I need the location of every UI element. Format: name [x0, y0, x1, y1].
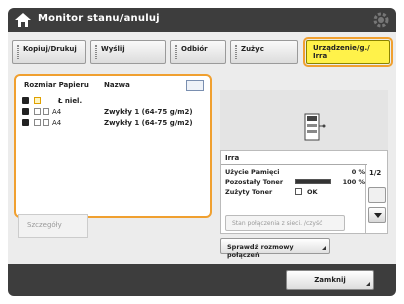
toner-level-bar — [295, 179, 331, 184]
title-bar: Monitor stanu/anuluj — [8, 8, 396, 32]
printer-icon — [304, 113, 326, 141]
paper-list-panel: Rozmiar Papieru Nazwa Ł niel. A4 Zwykły … — [14, 74, 212, 218]
corner-arrow-icon — [366, 282, 370, 286]
page-up-button[interactable] — [368, 187, 386, 203]
device-image-area — [220, 90, 388, 150]
tab-label: Kopiuj/Drukuj — [23, 45, 77, 53]
memory-usage-row: Użycie Pamięci 0 % — [225, 168, 367, 176]
device-name: Irra — [225, 154, 240, 162]
tab-label: Odbiór — [181, 45, 208, 53]
tab-send[interactable]: Wyślij — [90, 40, 166, 64]
page-title: Monitor stanu/anuluj — [38, 13, 160, 24]
home-icon[interactable] — [14, 12, 32, 28]
drawer-icon — [34, 108, 41, 115]
paper-size: A4 — [52, 108, 62, 116]
device-status-panel: Irra Użycie Pamięci 0 % Pozostały Toner … — [220, 150, 388, 234]
tab-consumables[interactable]: Zużyc — [230, 40, 298, 64]
toner-remaining-value: 100 % — [342, 178, 365, 186]
close-label: Zamknij — [314, 276, 346, 284]
memory-usage-value: 0 % — [351, 168, 365, 176]
paper-size: A4 — [52, 119, 62, 127]
paper-type: Zwykły 1 (64-75 g/m2) — [104, 119, 193, 127]
grip-icon — [175, 45, 177, 59]
bottom-bar: Zamknij — [8, 264, 396, 296]
tab-label: Urządzenie/g./ Irra — [313, 44, 370, 60]
column-name: Nazwa — [104, 81, 130, 89]
drawer-number-icon — [22, 97, 29, 104]
paper-row[interactable]: A4 Zwykły 1 (64-75 g/m2) — [20, 107, 206, 118]
paper-rows: Ł niel. A4 Zwykły 1 (64-75 g/m2) A4 Zwyk… — [20, 96, 206, 129]
paper-type: Zwykły 1 (64-75 g/m2) — [104, 108, 193, 116]
waste-toner-row: Zużyty Toner OK — [225, 188, 367, 196]
waste-toner-checkbox — [295, 188, 302, 195]
paper-size: Ł niel. — [58, 97, 83, 105]
tab-label: Wyślij — [101, 45, 125, 53]
tab-device[interactable]: Urządzenie/g./ Irra — [303, 37, 393, 67]
tab-bar: Kopiuj/Drukuj Wyślij Odbiór Zużyc Urządz… — [8, 37, 396, 68]
paper-icon — [43, 119, 49, 126]
monitor-screen: Monitor stanu/anuluj Kopiuj/Drukuj Wyśli… — [8, 8, 396, 296]
network-status-button[interactable]: Stan połączenia z sieci. /czyść — [225, 215, 345, 231]
drawer-icon — [34, 119, 41, 126]
memory-usage-label: Użycie Pamięci — [225, 168, 280, 176]
drawer-number-icon — [22, 108, 29, 115]
tab-receive[interactable]: Odbiór — [170, 40, 226, 64]
toner-remaining-label: Pozostały Toner — [225, 178, 284, 186]
paper-icon — [43, 108, 49, 115]
grip-icon — [235, 45, 237, 59]
tab-copy-print[interactable]: Kopiuj/Drukuj — [12, 40, 86, 64]
paper-row[interactable]: Ł niel. — [20, 96, 206, 107]
close-button[interactable]: Zamknij — [286, 270, 374, 290]
details-button[interactable]: Szczegóły — [18, 214, 88, 238]
check-connections-button[interactable]: Sprawdź rozmowy połączeń — [220, 238, 330, 259]
paper-list-header: Rozmiar Papieru Nazwa — [20, 80, 206, 92]
tray-icon — [34, 97, 41, 104]
grip-icon — [17, 45, 19, 59]
drawer-number-icon — [22, 119, 29, 126]
paper-row[interactable]: A4 Zwykły 1 (64-75 g/m2) — [20, 118, 206, 129]
check-connections-label: Sprawdź rozmowy połączeń — [227, 243, 294, 259]
grip-icon — [95, 45, 97, 59]
tab-label: Zużyc — [241, 45, 264, 53]
corner-arrow-icon — [322, 246, 326, 250]
page-down-button[interactable] — [368, 207, 386, 223]
waste-toner-value: OK — [307, 188, 318, 196]
chevron-down-icon — [374, 213, 382, 218]
gear-icon[interactable] — [372, 11, 390, 29]
column-paper-size: Rozmiar Papieru — [24, 81, 89, 89]
view-toggle-button[interactable] — [186, 80, 204, 91]
divider — [221, 164, 367, 165]
page-indicator: 1/2 — [369, 169, 382, 177]
toner-remaining-row: Pozostały Toner 100 % — [225, 178, 367, 186]
status-pager: 1/2 — [365, 165, 387, 233]
waste-toner-label: Zużyty Toner — [225, 188, 273, 196]
